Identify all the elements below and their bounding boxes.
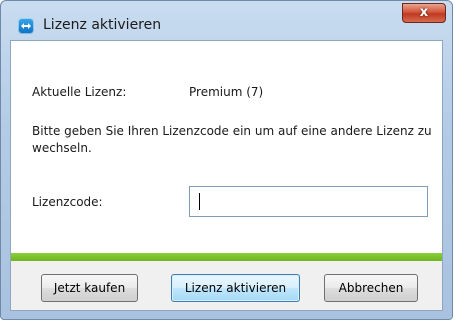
- close-icon: x: [419, 5, 429, 20]
- close-button[interactable]: x: [402, 3, 446, 23]
- buy-now-button[interactable]: Jetzt kaufen: [41, 274, 138, 302]
- dialog-client-area: Aktuelle Lizenz: Premium (7) Bitte geben…: [10, 40, 443, 311]
- teamviewer-icon: [18, 18, 34, 34]
- accent-bar: [11, 253, 442, 261]
- current-license-label: Aktuelle Lizenz:: [32, 85, 127, 99]
- dialog-window: Lizenz aktivieren x Aktuelle Lizenz: Pre…: [0, 0, 453, 320]
- window-title: Lizenz aktivieren: [43, 17, 162, 33]
- title-bar[interactable]: Lizenz aktivieren x: [1, 1, 452, 39]
- text-caret: [199, 193, 200, 210]
- license-code-input[interactable]: [189, 186, 428, 217]
- license-code-label: Lizenzcode:: [32, 195, 103, 209]
- current-license-value: Premium (7): [189, 85, 264, 99]
- content-panel: Aktuelle Lizenz: Premium (7) Bitte geben…: [11, 41, 442, 253]
- cancel-button[interactable]: Abbrechen: [324, 274, 418, 302]
- activate-license-button[interactable]: Lizenz aktivieren: [171, 274, 300, 302]
- instruction-text: Bitte geben Sie Ihren Lizenzcode ein um …: [32, 124, 432, 155]
